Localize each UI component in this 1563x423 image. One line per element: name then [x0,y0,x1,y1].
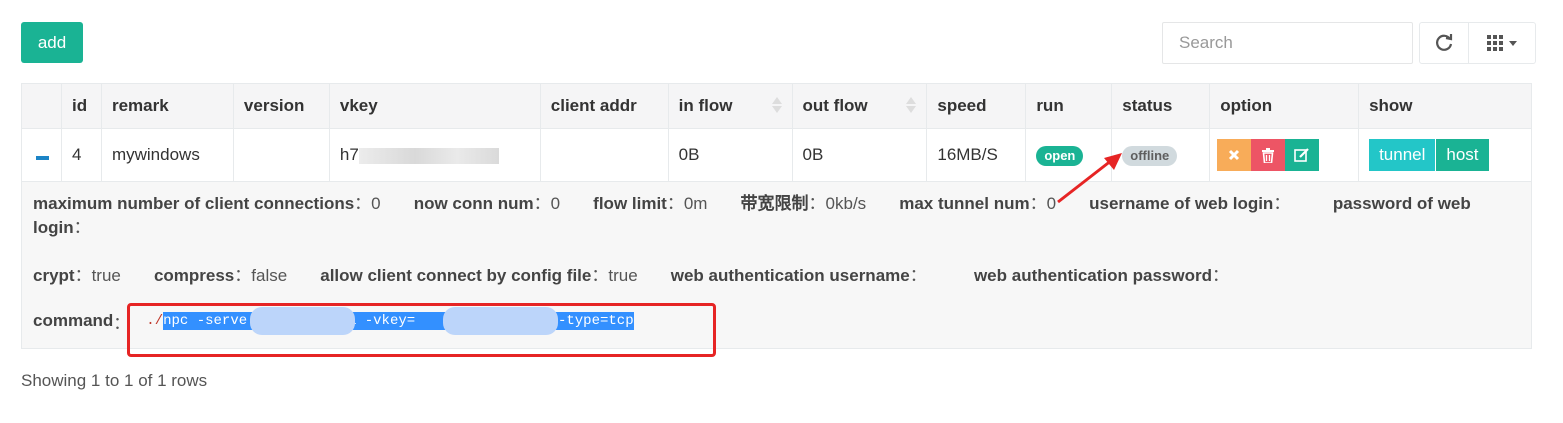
detail-value: 0 [550,194,561,213]
detail-value: 0kb/s [825,194,867,213]
command-label: command [33,311,114,330]
detail-label: flow limit [593,194,667,213]
detail-value: true [91,266,121,285]
header-client-addr[interactable]: client addr [539,83,669,129]
annotation-box [127,303,716,357]
grid-columns-icon [1487,35,1503,51]
header-out-flow-label: out flow [802,96,868,115]
cell-id: 4 [60,128,102,182]
detail-line-2: crypt：true compress：false allow client c… [33,266,1229,285]
cell-remark: mywindows [100,128,234,182]
detail-label: maximum number of client connections [33,194,355,213]
expand-cell[interactable] [21,128,62,182]
detail-label: web authentication username [670,266,910,285]
header-version[interactable]: version [232,83,330,129]
header-show[interactable]: show [1358,83,1532,129]
detail-value: true [608,266,638,285]
detail-label: allow client connect by config file [320,266,592,285]
stop-button[interactable] [1217,139,1252,171]
edit-icon [1294,148,1309,162]
table-row: 4 mywindows h7 0B 0B 16MB/S open offline… [21,128,1532,182]
host-button[interactable]: host [1436,139,1489,171]
delete-button[interactable] [1251,139,1286,171]
cell-client-addr [539,128,669,182]
cell-show: tunnel host [1358,128,1532,182]
caret-down-icon [1509,40,1517,46]
detail-label: 带宽限制 [740,194,809,213]
header-vkey[interactable]: vkey [328,83,541,129]
detail-line-1: maximum number of client connections：0 n… [33,194,1471,237]
table-header-row: id remark version vkey client addr in fl… [21,83,1532,129]
detail-label: now conn num [413,194,534,213]
refresh-icon [1436,34,1453,51]
annotation-arrow-icon [1057,153,1122,204]
collapse-icon[interactable] [36,156,49,160]
header-run[interactable]: run [1025,83,1113,129]
vkey-text: h7 [339,145,359,164]
table-toolbar [1419,22,1536,64]
header-option[interactable]: option [1209,83,1360,129]
sort-icon[interactable] [771,97,782,113]
cell-in-flow: 0B [667,128,793,182]
detail-value: 0 [371,194,381,213]
detail-label: web authentication password [973,266,1212,285]
cell-speed: 16MB/S [926,128,1027,182]
header-in-flow-label: in flow [678,96,733,115]
detail-value: 0m [683,194,708,213]
search-input[interactable] [1162,22,1413,64]
cell-out-flow: 0B [791,128,928,182]
add-button[interactable]: add [21,22,83,63]
redaction-blur [358,147,499,164]
edit-button[interactable] [1285,139,1320,171]
header-out-flow[interactable]: out flow [791,83,928,129]
header-expand [21,83,62,129]
tunnel-button[interactable]: tunnel [1369,139,1436,171]
header-remark[interactable]: remark [100,83,234,129]
header-speed[interactable]: speed [926,83,1027,129]
close-icon [1229,149,1240,161]
refresh-button[interactable] [1419,22,1469,64]
detail-label: max tunnel num [899,194,1030,213]
header-in-flow[interactable]: in flow [667,83,793,129]
columns-toggle-button[interactable] [1469,22,1536,64]
status-badge: offline [1122,145,1178,166]
cell-version [232,128,330,182]
detail-label: compress [153,266,235,285]
trash-icon [1262,147,1275,163]
header-status[interactable]: status [1111,83,1211,129]
header-id[interactable]: id [60,83,102,129]
cell-vkey: h7 [328,128,541,182]
sort-icon[interactable] [906,97,917,113]
detail-value: false [251,266,288,285]
cell-option [1209,128,1360,182]
detail-label: crypt [33,266,75,285]
pagination-info: Showing 1 to 1 of 1 rows [21,371,208,390]
